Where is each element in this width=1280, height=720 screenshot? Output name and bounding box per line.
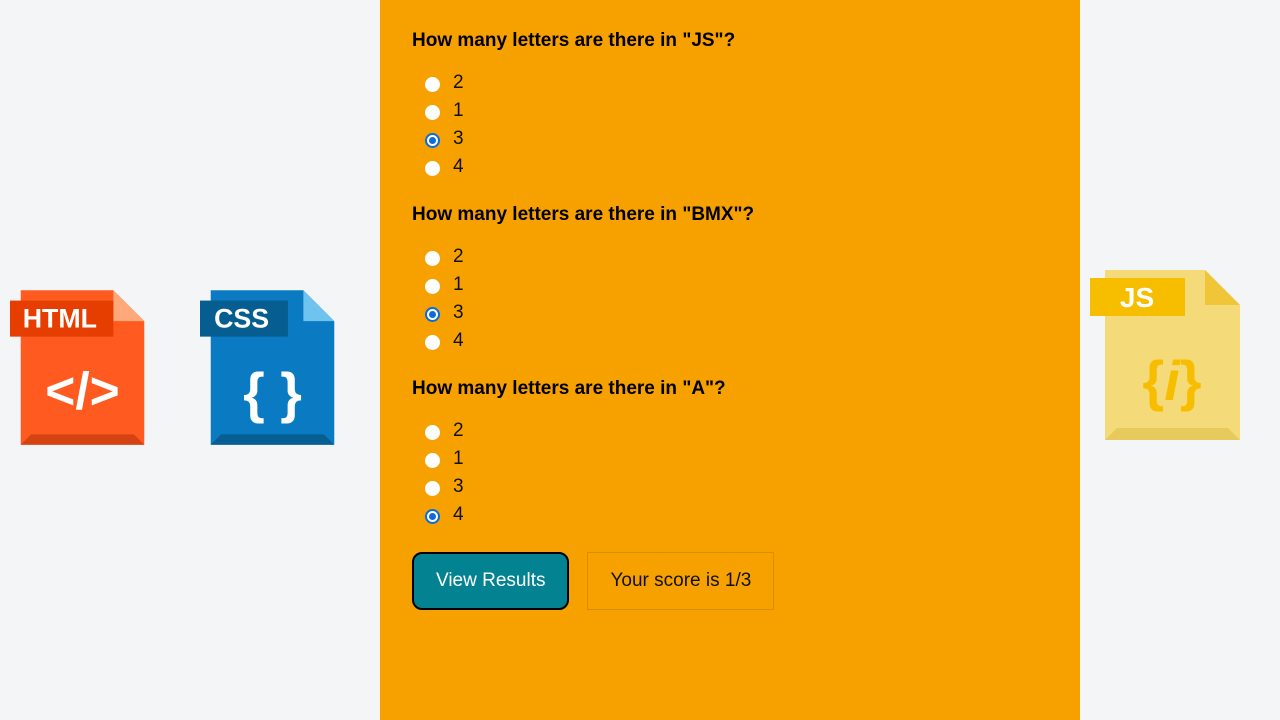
answer-label: 4 <box>453 504 464 526</box>
answer-label: 3 <box>453 302 464 324</box>
answer-label: 3 <box>453 128 464 150</box>
answer-radio[interactable] <box>425 307 440 322</box>
answer-option[interactable]: 2 <box>420 420 1048 442</box>
score-display: Your score is 1/3 <box>587 552 774 610</box>
answer-label: 1 <box>453 448 464 470</box>
js-file-icon: JS {i} <box>1090 260 1250 450</box>
answer-label: 1 <box>453 100 464 122</box>
answer-label: 2 <box>453 420 464 442</box>
answer-option[interactable]: 4 <box>420 156 1048 178</box>
question-block: How many letters are there in "A"? 2 1 3… <box>412 378 1048 526</box>
html-file-icon: HTML </> <box>10 280 155 455</box>
svg-text:</>: </> <box>45 362 119 420</box>
quiz-footer: View Results Your score is 1/3 <box>412 552 1048 610</box>
answer-radio[interactable] <box>425 509 440 524</box>
svg-text:{ }: { } <box>243 362 302 424</box>
quiz-panel: How many letters are there in "JS"? 2 1 … <box>380 0 1080 720</box>
answer-option[interactable]: 1 <box>420 274 1048 296</box>
answer-option[interactable]: 1 <box>420 448 1048 470</box>
svg-text:HTML: HTML <box>23 303 97 333</box>
svg-text:JS: JS <box>1120 282 1154 313</box>
answer-option[interactable]: 3 <box>420 128 1048 150</box>
answer-radio[interactable] <box>425 161 440 176</box>
question-prompt: How many letters are there in "A"? <box>412 378 1048 400</box>
answer-option[interactable]: 3 <box>420 302 1048 324</box>
answer-label: 2 <box>453 72 464 94</box>
answer-radio[interactable] <box>425 133 440 148</box>
answer-radio[interactable] <box>425 251 440 266</box>
answer-label: 4 <box>453 330 464 352</box>
answer-label: 1 <box>453 274 464 296</box>
answer-option[interactable]: 4 <box>420 504 1048 526</box>
answer-option[interactable]: 2 <box>420 246 1048 268</box>
svg-text:CSS: CSS <box>214 303 269 333</box>
question-block: How many letters are there in "BMX"? 2 1… <box>412 204 1048 352</box>
question-prompt: How many letters are there in "JS"? <box>412 30 1048 52</box>
answer-radio[interactable] <box>425 77 440 92</box>
answer-radio[interactable] <box>425 335 440 350</box>
answer-label: 4 <box>453 156 464 178</box>
question-prompt: How many letters are there in "BMX"? <box>412 204 1048 226</box>
answer-option[interactable]: 1 <box>420 100 1048 122</box>
css-file-icon: CSS { } <box>200 280 345 455</box>
answer-option[interactable]: 3 <box>420 476 1048 498</box>
view-results-button[interactable]: View Results <box>412 552 569 610</box>
answer-radio[interactable] <box>425 425 440 440</box>
answer-radio[interactable] <box>425 481 440 496</box>
answer-option[interactable]: 4 <box>420 330 1048 352</box>
answer-radio[interactable] <box>425 105 440 120</box>
answer-label: 3 <box>453 476 464 498</box>
answer-option[interactable]: 2 <box>420 72 1048 94</box>
answer-radio[interactable] <box>425 279 440 294</box>
question-block: How many letters are there in "JS"? 2 1 … <box>412 30 1048 178</box>
answer-label: 2 <box>453 246 464 268</box>
answer-radio[interactable] <box>425 453 440 468</box>
svg-text:{i}: {i} <box>1142 349 1201 412</box>
